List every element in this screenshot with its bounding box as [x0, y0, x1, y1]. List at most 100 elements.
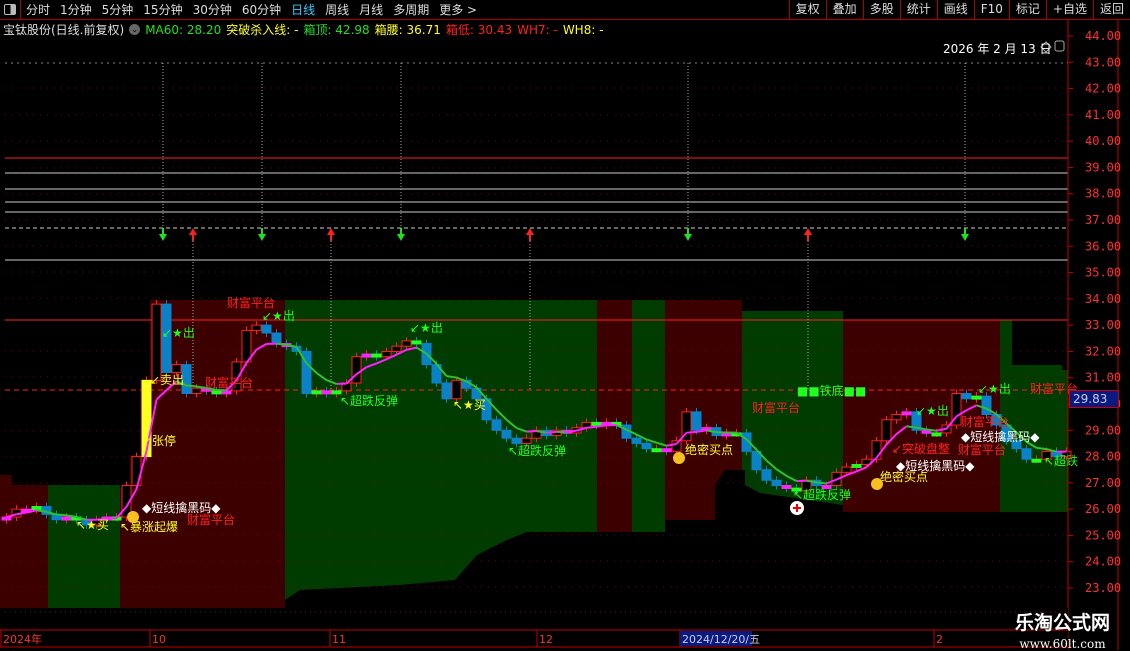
- signal-label: ↙张停: [142, 433, 176, 448]
- signal-label: 财富平台: [205, 375, 253, 390]
- buy-arrow-icon: [526, 228, 534, 241]
- sell-arrow-icon: [258, 228, 266, 241]
- candle[interactable]: [672, 441, 681, 452]
- buy-arrow-icon: [804, 228, 812, 241]
- candle[interactable]: [192, 388, 201, 393]
- signal-label: ↖超跌: [1044, 453, 1078, 468]
- price-tick-label: 38.00: [1085, 187, 1121, 201]
- buy-arrow-icon: [189, 228, 197, 241]
- candle[interactable]: [152, 304, 161, 380]
- price-tick-label: 23.00: [1085, 581, 1121, 595]
- candle[interactable]: [212, 391, 221, 394]
- price-tick-label: 26.00: [1085, 502, 1121, 516]
- signal-label: ↖★买: [76, 518, 109, 532]
- sell-arrow-icon: [159, 228, 167, 241]
- candle[interactable]: [252, 325, 261, 330]
- candle[interactable]: [372, 354, 381, 357]
- smiley-icon: [127, 511, 139, 523]
- signal-label: ↖暴涨起爆: [120, 519, 178, 534]
- candle[interactable]: [172, 365, 181, 373]
- candle[interactable]: [262, 325, 271, 333]
- candle[interactable]: [312, 391, 321, 394]
- date-label: 2026 年 2 月 13 日: [943, 40, 1052, 57]
- signal-label: ↙卖出: [150, 373, 184, 387]
- price-tick-label: 41.00: [1085, 108, 1121, 122]
- candle[interactable]: [932, 433, 941, 436]
- signal-zone: [48, 485, 120, 608]
- time-axis-label: 2024/12/20/五: [682, 633, 760, 646]
- time-axis-label: 11: [332, 633, 346, 646]
- price-tick-label: 25.00: [1085, 528, 1121, 542]
- price-tick-label: 31.00: [1085, 371, 1121, 385]
- signal-label: ↙★出: [916, 404, 949, 418]
- price-tick-label: 27.00: [1085, 476, 1121, 490]
- trend-line-segment: [1037, 448, 1047, 449]
- signal-label: 绝密买点: [685, 442, 733, 457]
- candle[interactable]: [132, 457, 141, 486]
- candle[interactable]: [762, 470, 771, 481]
- signal-label: ↙★出: [162, 326, 195, 340]
- candle[interactable]: [352, 357, 361, 383]
- trend-line-segment: [907, 426, 917, 427]
- signal-label: 财富平台: [958, 442, 1006, 457]
- candle[interactable]: [842, 467, 851, 472]
- signal-label: 绝密买点: [880, 469, 928, 484]
- candle[interactable]: [1032, 459, 1041, 462]
- price-tick-label: 33.00: [1085, 318, 1121, 332]
- candle[interactable]: [2, 517, 11, 520]
- candle[interactable]: [652, 449, 661, 452]
- candle[interactable]: [492, 420, 501, 431]
- signal-label: ↙★出: [978, 382, 1011, 396]
- candle[interactable]: [642, 443, 651, 448]
- candle[interactable]: [452, 380, 461, 398]
- watermark: 乐淘公式网 www.60lt.com: [995, 608, 1130, 651]
- kline-chart[interactable]: 财富平台财富平台财富平台财富平台财富平台财富平台财富平台↙★出↙★出↙★出↙★出…: [0, 0, 1130, 650]
- signal-label: ↖超跌反弹: [508, 443, 566, 458]
- candle[interactable]: [392, 346, 401, 351]
- signal-label: ↙★出: [262, 309, 295, 323]
- candle[interactable]: [592, 422, 601, 425]
- candle[interactable]: [222, 391, 231, 394]
- candle[interactable]: [962, 393, 971, 398]
- time-axis-label: 2024年: [3, 632, 42, 646]
- candle[interactable]: [402, 341, 411, 346]
- trend-line-segment: [187, 385, 197, 386]
- candle[interactable]: [522, 438, 531, 443]
- trend-line-segment: [927, 430, 937, 431]
- candle[interactable]: [972, 396, 981, 399]
- candle[interactable]: [852, 464, 861, 467]
- candle[interactable]: [902, 412, 911, 415]
- price-tick-label: 35.00: [1085, 266, 1121, 280]
- price-tick-label: 28.00: [1085, 450, 1121, 464]
- candle[interactable]: [62, 517, 71, 520]
- candle[interactable]: [982, 396, 991, 414]
- candle[interactable]: [882, 420, 891, 441]
- candle[interactable]: [412, 341, 421, 344]
- price-tick-label: 37.00: [1085, 213, 1121, 227]
- candle[interactable]: [772, 480, 781, 485]
- price-tick-label: 24.00: [1085, 555, 1121, 569]
- candle[interactable]: [322, 391, 331, 394]
- signal-label: ↖超跌反弹: [793, 487, 851, 502]
- candle[interactable]: [272, 333, 281, 344]
- candle[interactable]: [382, 351, 391, 356]
- candle[interactable]: [362, 354, 371, 357]
- price-tick-label: 36.00: [1085, 239, 1121, 253]
- candle[interactable]: [692, 412, 701, 430]
- candle[interactable]: [32, 507, 41, 510]
- candle[interactable]: [1022, 449, 1031, 460]
- smiley-icon: [673, 452, 685, 464]
- candle[interactable]: [632, 438, 641, 443]
- panel-icon[interactable]: [1055, 41, 1064, 51]
- candle[interactable]: [512, 438, 521, 443]
- time-axis-label: 10: [152, 633, 166, 646]
- signal-label: ↙突破盘整: [892, 441, 950, 456]
- candle[interactable]: [892, 415, 901, 420]
- candle[interactable]: [502, 430, 511, 438]
- candle[interactable]: [442, 383, 451, 399]
- candle[interactable]: [662, 449, 671, 452]
- sell-arrow-icon: [961, 228, 969, 241]
- candle[interactable]: [782, 485, 791, 488]
- trend-line-segment: [277, 344, 287, 345]
- trend-line-segment: [587, 427, 597, 428]
